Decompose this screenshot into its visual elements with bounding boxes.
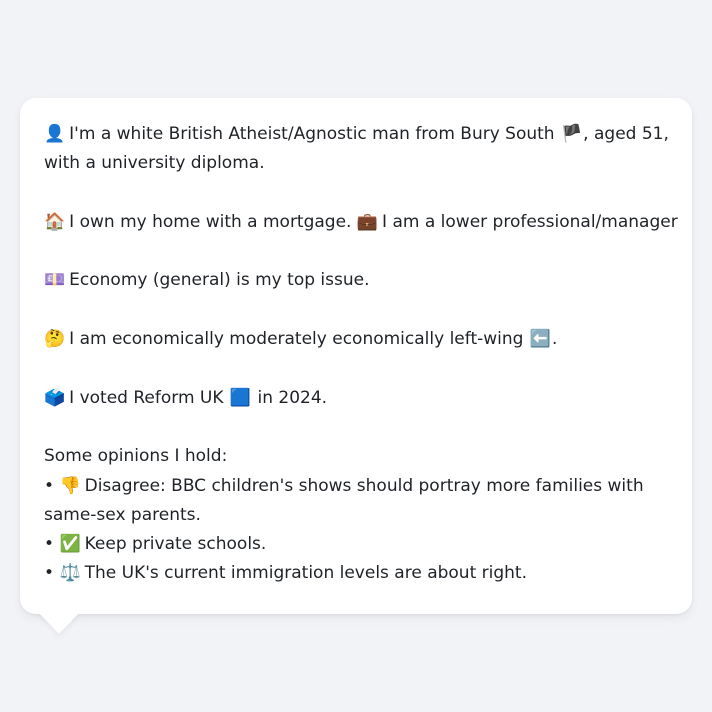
identity-text: I'm a white British Atheist/Agnostic man… <box>69 124 555 144</box>
opinion-item-1: • 👎 Disagree: BBC children's shows should… <box>44 472 668 501</box>
issue-line: 💷 Economy (general) is my top issue. <box>44 266 668 295</box>
opinion-item-3: • ⚖️ The UK's current immigration levels … <box>44 559 668 588</box>
vote-line: 🗳️ I voted Reform UK 🟦 in 2024. <box>44 384 668 413</box>
balance-scale-icon: ⚖️ <box>59 563 81 584</box>
economics-period: . <box>552 329 558 350</box>
home-text: I own my home with a mortgage. <box>69 211 352 232</box>
vote-text-b: in 2024. <box>257 387 328 408</box>
briefcase-icon: 💼 <box>356 211 379 232</box>
identity-line-2: with a university diploma. <box>44 153 265 174</box>
blue-square-icon: 🟦 <box>229 387 252 408</box>
opinion-item-2: • ✅ Keep private schools. <box>44 530 668 559</box>
thumbs-down-icon: 👎 <box>59 475 81 496</box>
check-mark-icon: ✅ <box>59 534 81 555</box>
issue-text: Economy (general) is my top issue. <box>69 270 370 291</box>
job-text: I am a lower professional/manager <box>382 211 678 232</box>
bullet: • <box>44 534 55 555</box>
bullet: • <box>44 475 55 496</box>
economics-line: 🤔 I am economically moderately economical… <box>44 325 668 354</box>
left-arrow-icon: ⬅️ <box>529 329 552 350</box>
home-line: 🏠 I own my home with a mortgage. 💼 I am a … <box>44 208 678 237</box>
identity-line-1: 👤 I'm a white British Atheist/Agnostic ma… <box>44 120 669 149</box>
economics-text: I am economically moderately economicall… <box>69 329 524 350</box>
person-icon: 👤 <box>44 124 66 144</box>
opinions-heading: Some opinions I hold: <box>44 446 228 467</box>
opinion-text-2: Keep private schools. <box>84 534 267 555</box>
bullet: • <box>44 563 55 584</box>
thinking-face-icon: 🤔 <box>44 329 66 350</box>
opinion-text-3: The UK's current immigration levels are … <box>84 563 527 584</box>
opinion-item-1-cont: same-sex parents. <box>44 504 201 525</box>
house-icon: 🏠 <box>44 211 66 232</box>
identity-age: , aged 51, <box>583 124 669 144</box>
england-flag-icon: 🏴 <box>561 124 583 144</box>
persona-message-bubble: 👤 I'm a white British Atheist/Agnostic ma… <box>20 98 692 614</box>
opinion-text-1: Disagree: BBC children's shows should po… <box>84 475 644 496</box>
ballot-box-icon: 🗳️ <box>44 387 66 408</box>
vote-text-a: I voted Reform UK <box>69 387 224 408</box>
bubble-tail <box>38 612 80 634</box>
banknote-icon: 💷 <box>44 270 66 291</box>
